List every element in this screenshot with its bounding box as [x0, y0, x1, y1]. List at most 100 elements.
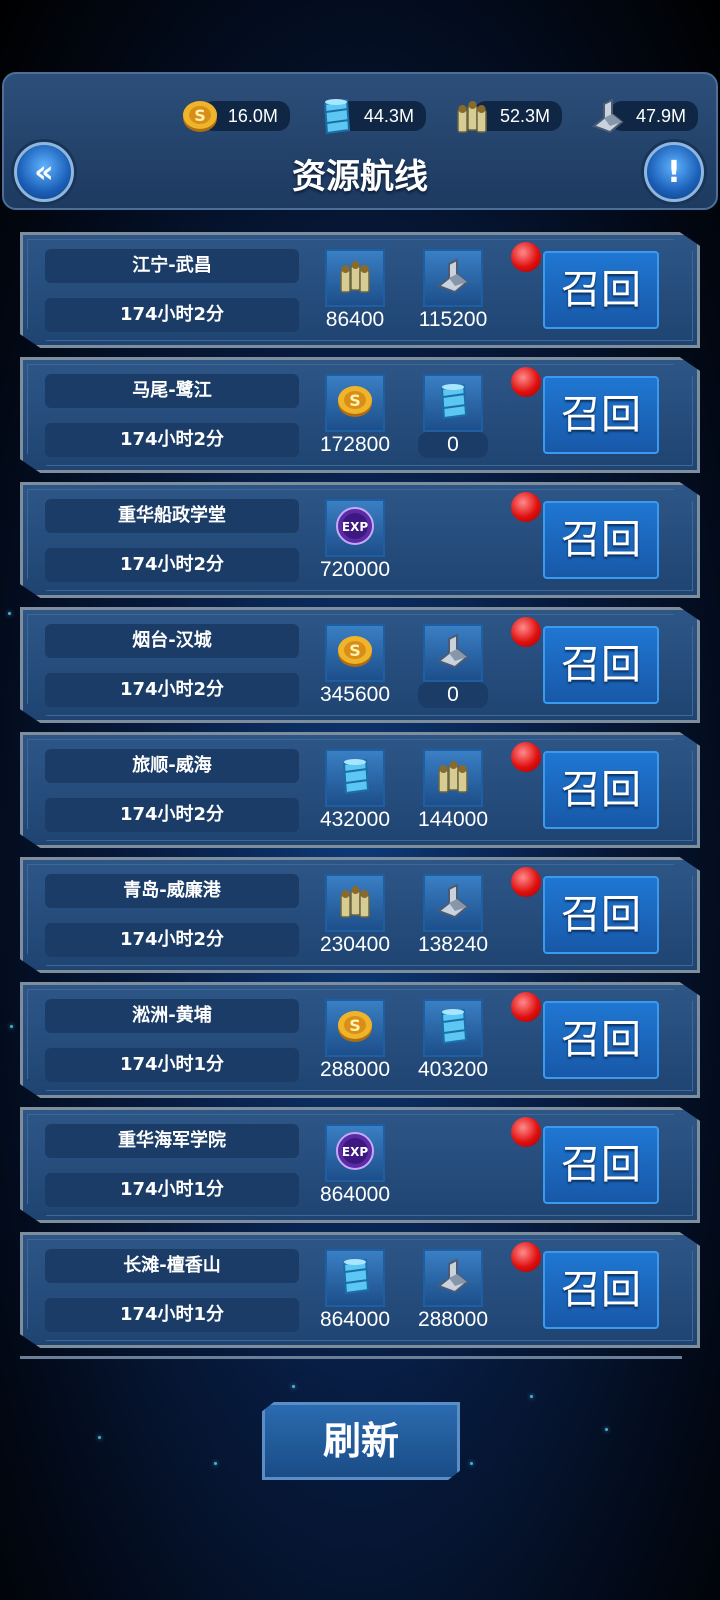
- reward-item: EXP 720000: [315, 499, 395, 583]
- route-row: 淞洲-黄埔 174小时1分 S 288000 403200 召回: [20, 982, 700, 1098]
- route-row: 长滩-檀香山 174小时1分 864000 288000 召回: [20, 1232, 700, 1348]
- svg-text:S: S: [194, 106, 206, 125]
- reward-item: 138240: [413, 874, 493, 958]
- reward-item: 864000: [315, 1249, 395, 1333]
- notification-dot: [511, 1117, 541, 1147]
- reward-item: EXP 864000: [315, 1124, 395, 1208]
- info-button[interactable]: !: [644, 142, 704, 202]
- reward-slot: [423, 1249, 483, 1307]
- gold-coin-icon: S: [335, 381, 375, 425]
- notification-dot: [511, 867, 541, 897]
- reward-amount: 345600: [319, 683, 391, 706]
- reward-slot: [423, 374, 483, 432]
- reward-amount: 288000: [319, 1058, 391, 1081]
- route-duration: 174小时2分: [45, 548, 299, 582]
- recall-button[interactable]: 召回: [543, 1126, 659, 1204]
- steel-icon: [588, 96, 628, 136]
- exp-icon: EXP: [335, 1131, 375, 1175]
- reward-slot: [325, 874, 385, 932]
- route-duration: 174小时2分: [45, 798, 299, 832]
- route-row: 重华海军学院 174小时1分 EXP 864000 召回: [20, 1107, 700, 1223]
- reward-slot: [423, 749, 483, 807]
- refresh-button[interactable]: 刷新: [262, 1402, 460, 1480]
- resource-oil-barrel: 44.3M: [316, 96, 426, 136]
- reward-item: 230400: [315, 874, 395, 958]
- svg-text:EXP: EXP: [342, 520, 368, 534]
- reward-amount: 288000: [417, 1308, 489, 1331]
- route-duration: 174小时1分: [45, 1298, 299, 1332]
- reward-slot: S: [325, 374, 385, 432]
- recall-button[interactable]: 召回: [543, 876, 659, 954]
- notification-dot: [511, 617, 541, 647]
- ammo-icon: [335, 256, 375, 300]
- recall-button[interactable]: 召回: [543, 1251, 659, 1329]
- reward-slot: EXP: [325, 1124, 385, 1182]
- steel-icon: [433, 631, 473, 675]
- reward-slot: [325, 1249, 385, 1307]
- reward-amount: 115200: [418, 308, 488, 331]
- reward-slot: [325, 749, 385, 807]
- ammo-icon: [433, 756, 473, 800]
- route-duration: 174小时1分: [45, 1048, 299, 1082]
- steel-icon: [433, 881, 473, 925]
- notification-dot: [511, 242, 541, 272]
- reward-amount: 864000: [319, 1308, 391, 1331]
- reward-amount: 864000: [319, 1183, 391, 1206]
- oil-barrel-icon: [335, 756, 375, 800]
- route-row: 重华船政学堂 174小时2分 EXP 720000 召回: [20, 482, 700, 598]
- oil-barrel-icon: [433, 381, 473, 425]
- reward-slot: S: [325, 999, 385, 1057]
- reward-slot: [423, 624, 483, 682]
- resource-steel: 47.9M: [588, 96, 698, 136]
- recall-button[interactable]: 召回: [543, 751, 659, 829]
- recall-button[interactable]: 召回: [543, 251, 659, 329]
- reward-slot: [423, 874, 483, 932]
- steel-icon: [433, 1256, 473, 1300]
- recall-button[interactable]: 召回: [543, 376, 659, 454]
- oil-barrel-icon: [433, 1006, 473, 1050]
- reward-amount: 432000: [319, 808, 391, 831]
- route-name: 烟台-汉城: [45, 624, 299, 658]
- oil-barrel-icon: [335, 1256, 375, 1300]
- ammo-icon: [452, 96, 492, 136]
- notification-dot: [511, 992, 541, 1022]
- route-row: 烟台-汉城 174小时2分 S 345600 0 召回: [20, 607, 700, 723]
- recall-button[interactable]: 召回: [543, 501, 659, 579]
- gold-coin-icon: S: [335, 631, 375, 675]
- reward-amount: 0: [418, 682, 488, 708]
- route-name: 江宁-武昌: [45, 249, 299, 283]
- reward-item: S 172800: [315, 374, 395, 458]
- reward-amount: 0: [418, 432, 488, 458]
- exclamation-icon: !: [667, 154, 681, 190]
- svg-text:S: S: [349, 391, 361, 410]
- recall-button[interactable]: 召回: [543, 626, 659, 704]
- list-divider: [20, 1356, 682, 1359]
- resource-bar: S 16.0M 44.3M 52.3M 47.9M: [180, 96, 698, 136]
- reward-amount: 230400: [319, 933, 391, 956]
- route-name: 马尾-鹭江: [45, 374, 299, 408]
- reward-amount: 144000: [417, 808, 489, 831]
- reward-item: 432000: [315, 749, 395, 833]
- route-row: 马尾-鹭江 174小时2分 S 172800 0 召回: [20, 357, 700, 473]
- route-name: 重华船政学堂: [45, 499, 299, 533]
- notification-dot: [511, 1242, 541, 1272]
- oil-barrel-icon: [316, 96, 356, 136]
- exp-icon: EXP: [335, 506, 375, 550]
- svg-text:S: S: [349, 641, 361, 660]
- gold-coin-icon: S: [180, 96, 220, 136]
- recall-button[interactable]: 召回: [543, 1001, 659, 1079]
- reward-amount: 86400: [325, 308, 385, 331]
- reward-slot: EXP: [325, 499, 385, 557]
- route-duration: 174小时1分: [45, 1173, 299, 1207]
- reward-amount: 138240: [417, 933, 489, 956]
- reward-slot: [423, 249, 483, 307]
- route-name: 淞洲-黄埔: [45, 999, 299, 1033]
- reward-item: 86400: [315, 249, 395, 333]
- resource-gold-coin: S 16.0M: [180, 96, 290, 136]
- reward-amount: 403200: [417, 1058, 489, 1081]
- svg-text:S: S: [349, 1016, 361, 1035]
- reward-item: S 288000: [315, 999, 395, 1083]
- reward-slot: S: [325, 624, 385, 682]
- route-row: 旅顺-威海 174小时2分 432000 144000 召回: [20, 732, 700, 848]
- reward-amount: 720000: [319, 558, 391, 581]
